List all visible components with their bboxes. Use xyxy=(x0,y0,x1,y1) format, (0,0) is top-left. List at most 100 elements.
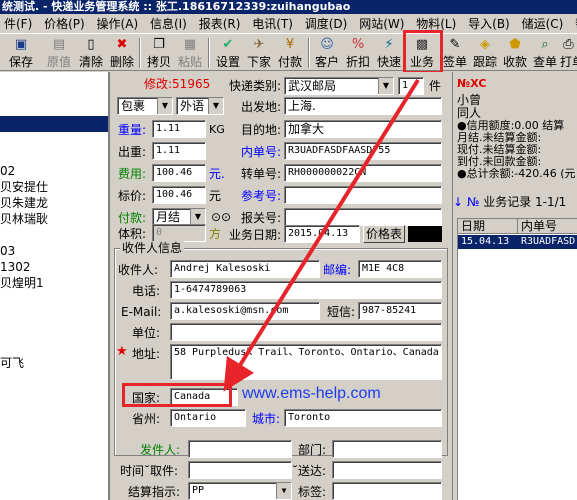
menu-bar: 件(F) 价格(P) 操作(A) 信息(I) 报表(R) 电讯(T) 调度(D)… xyxy=(0,14,577,34)
phone-field[interactable]: 1-6474789063 xyxy=(170,281,442,299)
payment-icon: ¥ xyxy=(285,37,295,52)
business-date-label: 业务日期: xyxy=(229,228,282,242)
settlement-select[interactable]: PP xyxy=(188,482,292,500)
table-row[interactable]: 15.04.13 R3UADFASD xyxy=(458,235,577,249)
volume-field[interactable]: 0 xyxy=(152,224,206,242)
recipient-name-field[interactable]: Andrej Kalesoski xyxy=(170,260,320,278)
clear-button[interactable]: ▯ 清除 xyxy=(76,36,106,70)
province-label: 省州: xyxy=(132,412,161,426)
postcode-field[interactable]: M1E 4C8 xyxy=(358,260,442,278)
toolbar-separator xyxy=(308,38,310,68)
out-weight-label: 出重: xyxy=(118,145,147,159)
volume-unit: 方 xyxy=(209,227,222,241)
payment-button[interactable]: ¥ 付款 xyxy=(275,36,305,70)
list-item[interactable]: 可飞 xyxy=(0,356,24,370)
next-party-button[interactable]: ✈ 下家 xyxy=(244,36,274,70)
delete-button[interactable]: ✖ 删除 xyxy=(107,36,137,70)
address-field[interactable]: 58 Purpledusk Trail、Toronto、Ontario、Cana… xyxy=(170,344,442,380)
origin-field[interactable]: 上海. xyxy=(284,97,442,115)
destination-field[interactable]: 加拿大 xyxy=(284,120,442,138)
sender-field[interactable] xyxy=(188,440,292,458)
list-item[interactable]: 贝安提仕 xyxy=(0,180,48,194)
menu-item-file[interactable]: 件(F) xyxy=(0,14,36,33)
ref-no-field[interactable] xyxy=(284,186,442,204)
records-label: 业务记录 1-1/1 xyxy=(483,195,567,209)
piece-count-input[interactable]: 1 xyxy=(398,77,424,95)
menu-item-price[interactable]: 价格(P) xyxy=(40,14,89,33)
paste-button[interactable]: ▦ 粘贴 xyxy=(175,36,205,70)
grid-header-internal-no[interactable]: 内单号 xyxy=(518,219,577,234)
receive-button[interactable]: ⬟ 收款 xyxy=(500,36,530,70)
city-field[interactable]: Toronto xyxy=(284,409,442,427)
menu-item-telecom[interactable]: 电讯(T) xyxy=(248,14,297,33)
save-icon: ▣ xyxy=(14,37,28,52)
list-price-unit: 元 xyxy=(209,189,222,203)
phone-label: 电话: xyxy=(132,284,161,298)
pickup-time-field[interactable] xyxy=(188,461,292,479)
copy-button[interactable]: ❐ 拷贝 xyxy=(144,36,174,70)
toolbar-separator xyxy=(139,38,141,68)
menu-item-material[interactable]: 物料(L) xyxy=(412,14,460,33)
customer-button[interactable]: ☺ 客户 xyxy=(312,36,342,70)
delivery-field[interactable] xyxy=(332,461,442,479)
grid-header-date[interactable]: 日期 xyxy=(458,219,518,234)
list-item[interactable]: 贝林瑞耿 xyxy=(0,212,48,226)
menu-item-import[interactable]: 导入(B) xyxy=(464,14,514,33)
menu-item-website[interactable]: 网站(W) xyxy=(355,14,408,33)
list-item[interactable]: 贝朱建龙 xyxy=(0,196,48,210)
transfer-no-field[interactable]: RH000000022CN xyxy=(284,164,442,182)
search-order-button[interactable]: ⌕ 查单 xyxy=(530,36,560,70)
weight-field[interactable]: 1.11 xyxy=(152,120,206,138)
language-select[interactable]: 外语 xyxy=(176,97,224,115)
email-field[interactable]: a.kalesoski@msn.com xyxy=(170,302,320,320)
menu-item-report[interactable]: 报表(R) xyxy=(195,14,245,33)
print-icon: ⎙ xyxy=(563,37,574,52)
left-list-panel: 02 贝安提仕 贝朱建龙 贝林瑞耿 03 1302 贝煌明1 可飞 xyxy=(0,72,110,500)
list-item[interactable]: 1302 xyxy=(0,260,31,274)
menu-item-info[interactable]: 信息(I) xyxy=(146,14,191,33)
out-weight-field[interactable]: 1.11 xyxy=(152,142,206,160)
discount-button[interactable]: % 折扣 xyxy=(343,36,373,70)
menu-item-operation[interactable]: 操作(A) xyxy=(93,14,143,33)
settlement-label: 结算指示: xyxy=(128,485,181,499)
save-button[interactable]: ▣ 保存 xyxy=(6,36,36,70)
company-field[interactable] xyxy=(170,323,442,341)
fee-field[interactable]: 100.46 xyxy=(152,164,206,182)
internal-no-field[interactable]: R3UADFASDFAASDF55 xyxy=(284,142,442,160)
sms-field[interactable]: 987-85241 xyxy=(358,302,442,320)
business-button[interactable]: ▩ 业务 xyxy=(407,36,437,70)
search-order-icon: ⌕ xyxy=(541,37,549,52)
menu-item-dispatch[interactable]: 调度(D) xyxy=(301,14,352,33)
print-button[interactable]: ⎙打单 xyxy=(560,36,577,70)
sign-button[interactable]: ✎ 签单 xyxy=(440,36,470,70)
restore-button[interactable]: ▤ 原值 xyxy=(44,36,74,70)
menu-item-storage[interactable]: 储运(C) xyxy=(518,14,568,33)
recipient-name-label: 收件人: xyxy=(118,263,159,277)
customs-no-field[interactable] xyxy=(284,208,442,226)
glasses-icon[interactable]: ⊙⊙ xyxy=(211,209,231,225)
fee-unit: 元. xyxy=(209,167,225,181)
business-date-field[interactable]: 2015.04.13 xyxy=(284,225,360,243)
tag-label: 标签: xyxy=(298,485,327,499)
menu-item-help[interactable]: 帮 xyxy=(571,14,577,33)
list-item[interactable]: 02 xyxy=(0,164,15,178)
list-price-label: 标价: xyxy=(118,189,147,203)
volume-label: 体积: xyxy=(118,227,147,241)
express-type-select[interactable]: 武汉邮局 xyxy=(284,77,394,95)
modify-label: 修改:51965 xyxy=(144,77,211,91)
settings-button[interactable]: ✔ 设置 xyxy=(213,36,243,70)
list-price-field[interactable]: 100.46 xyxy=(152,186,206,204)
country-field[interactable]: Canada xyxy=(170,388,238,406)
price-table-button[interactable]: 价格表 xyxy=(363,225,405,243)
track-button[interactable]: ◈ 跟踪 xyxy=(470,36,500,70)
package-type-select[interactable]: 包裹 xyxy=(117,97,173,115)
list-item[interactable]: 03 xyxy=(0,244,15,258)
tag-field[interactable] xyxy=(332,482,442,500)
dept-field[interactable] xyxy=(332,440,442,458)
quick-button[interactable]: ⚡ 快速 xyxy=(374,36,404,70)
total-balance-line: ●总计余额:-420.46 (元 xyxy=(457,167,576,180)
required-star-icon: ★ xyxy=(116,344,128,359)
province-field[interactable]: Ontario xyxy=(170,409,246,427)
list-item[interactable]: 贝煌明1 xyxy=(0,276,44,290)
destination-label: 目的地: xyxy=(241,123,282,137)
